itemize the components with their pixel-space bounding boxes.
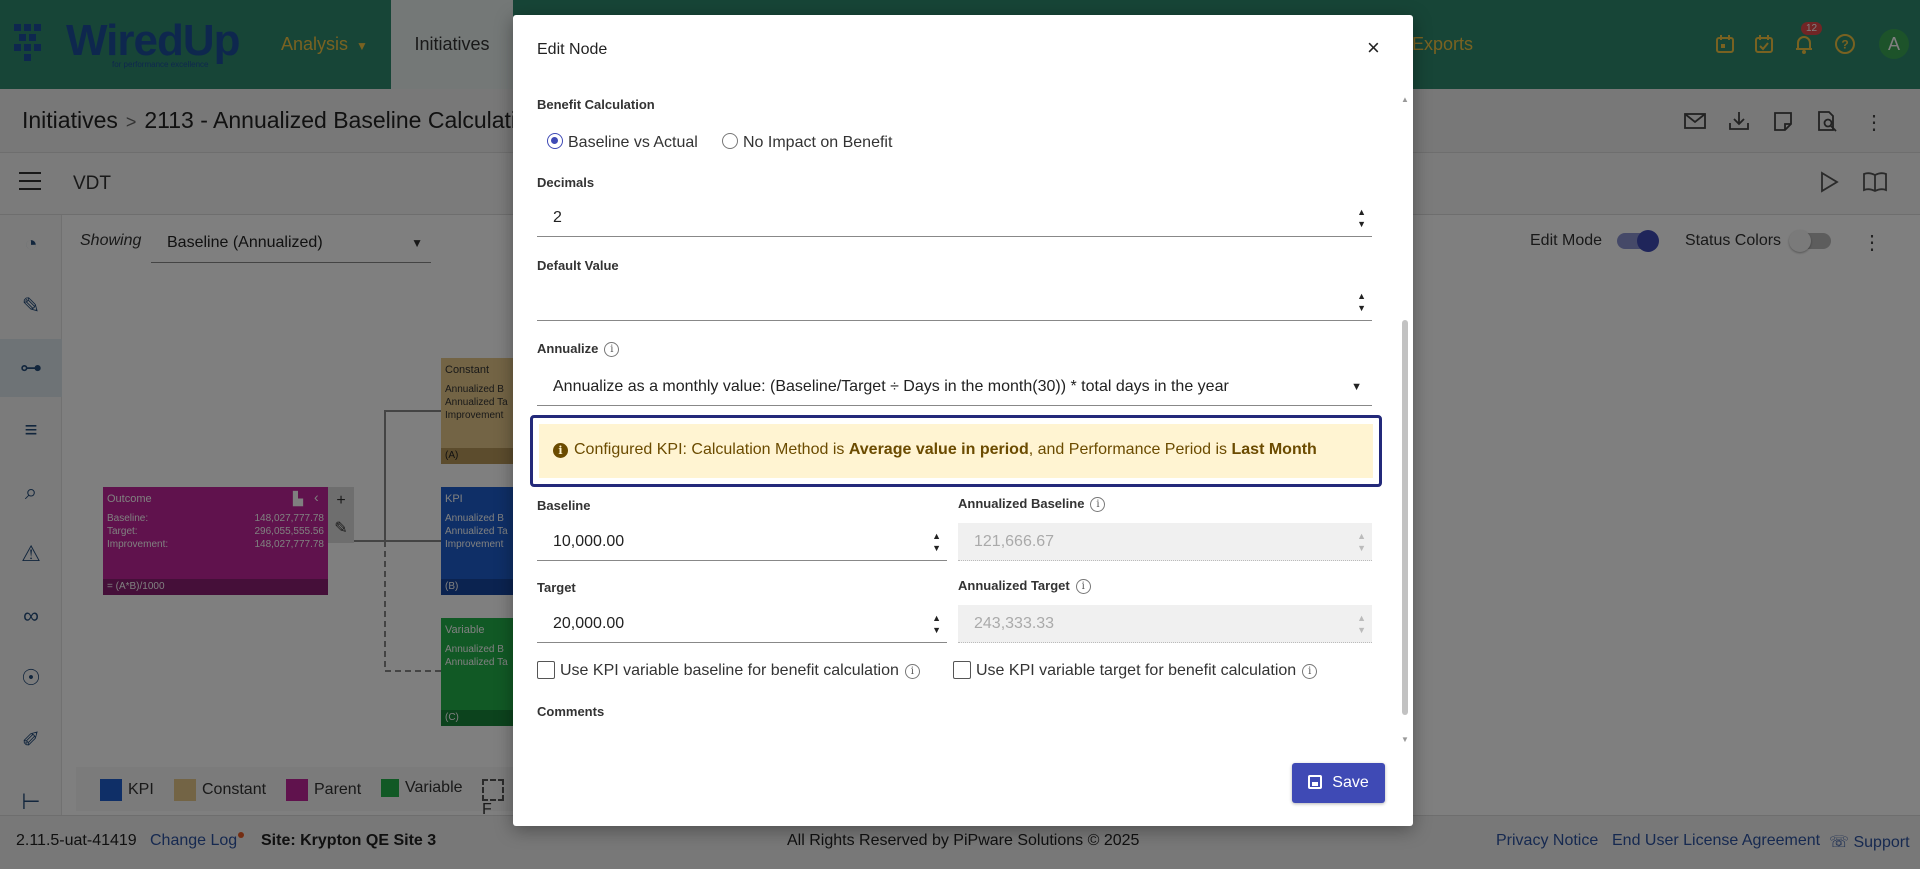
stepper-icon: ▲ ▼ (1357, 613, 1366, 635)
radio-no-impact[interactable]: No Impact on Benefit (722, 133, 892, 152)
decimals-input[interactable]: 2 ▲ ▼ (537, 199, 1372, 237)
save-button[interactable]: Save (1292, 763, 1385, 803)
default-value-label: Default Value (537, 258, 619, 273)
use-kpi-baseline-checkbox[interactable]: Use KPI variable baseline for benefit ca… (537, 661, 920, 680)
close-icon[interactable]: × (1367, 37, 1380, 59)
stepper-icon[interactable]: ▲ ▼ (932, 530, 941, 554)
annualized-target-label: Annualized Target i (958, 578, 1091, 594)
use-kpi-target-checkbox[interactable]: Use KPI variable target for benefit calc… (953, 661, 1318, 680)
radio-baseline-vs-actual[interactable]: Baseline vs Actual (547, 133, 698, 152)
scroll-down-icon[interactable]: ▼ (1401, 735, 1409, 744)
stepper-icon[interactable]: ▲ ▼ (932, 612, 941, 636)
annualized-baseline-label: Annualized Baseline i (958, 496, 1106, 512)
checkbox-unchecked-icon (537, 661, 555, 679)
save-icon (1308, 775, 1323, 789)
annualized-target-field: 243,333.33 ▲ ▼ (958, 605, 1372, 643)
annualize-label: Annualize i (537, 341, 620, 357)
checkbox-unchecked-icon (953, 661, 971, 679)
radio-checked-icon (547, 133, 563, 149)
annualized-baseline-field: 121,666.67 ▲ ▼ (958, 523, 1372, 561)
annualize-select-value: Annualize as a monthly value: (Baseline/… (553, 378, 1229, 395)
scroll-up-icon[interactable]: ▲ (1401, 95, 1409, 104)
info-icon[interactable]: i (904, 664, 920, 679)
info-icon[interactable]: i (1075, 579, 1091, 594)
chevron-down-icon: ▼ (1351, 381, 1362, 393)
stepper-icon[interactable]: ▲ ▼ (1357, 206, 1366, 230)
info-icon[interactable]: i (1090, 497, 1106, 512)
target-input[interactable]: 20,000.00 ▲ ▼ (537, 605, 947, 643)
benefit-calculation-label: Benefit Calculation (537, 97, 655, 112)
dialog-title: Edit Node (537, 41, 608, 58)
alert-text: i Configured KPI: Calculation Method is A… (553, 441, 1317, 459)
annualize-select[interactable]: Annualize as a monthly value: (Baseline/… (537, 368, 1372, 406)
scrollbar-thumb[interactable] (1402, 320, 1408, 715)
stepper-icon[interactable]: ▲ ▼ (1357, 290, 1366, 314)
comments-label: Comments (537, 704, 605, 719)
stepper-icon: ▲ ▼ (1357, 531, 1366, 553)
target-label: Target (537, 580, 576, 595)
dialog-scrollbar[interactable]: ▲ ▼ (1400, 95, 1410, 745)
default-value-input[interactable]: ▲ ▼ (537, 283, 1372, 321)
baseline-label: Baseline (537, 498, 591, 513)
radio-unchecked-icon (722, 133, 738, 149)
info-filled-icon: i (553, 443, 568, 458)
baseline-input[interactable]: 10,000.00 ▲ ▼ (537, 523, 947, 561)
info-icon[interactable]: i (1302, 664, 1318, 679)
edit-node-dialog: Edit Node × ▲ ▼ Benefit Calculation Base… (513, 15, 1413, 826)
info-icon[interactable]: i (604, 342, 620, 357)
decimals-label: Decimals (537, 175, 595, 190)
kpi-config-alert: i Configured KPI: Calculation Method is A… (530, 415, 1382, 487)
